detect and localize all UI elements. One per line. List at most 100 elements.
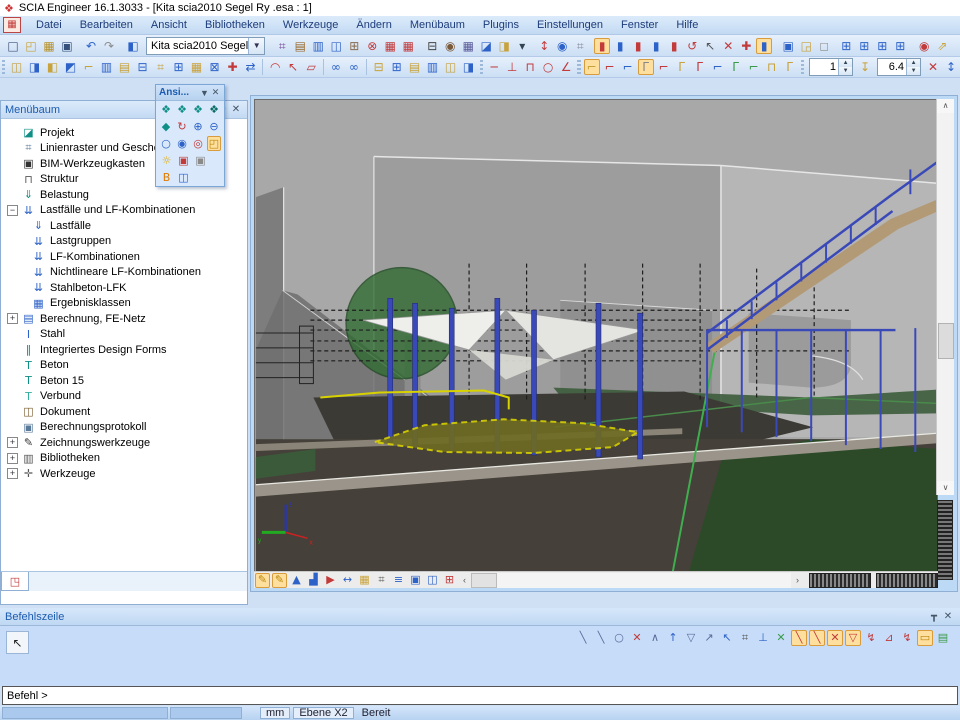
select-node-icon[interactable]: ▮	[612, 38, 628, 54]
tree-item-zeichnungswerkzeuge[interactable]: +✎Zeichnungswerkzeuge	[5, 435, 247, 451]
menu-ndern[interactable]: Ändern	[347, 17, 400, 33]
clip-section-1-icon[interactable]: ◫	[443, 59, 459, 75]
calculator-icon[interactable]: ▦	[460, 38, 476, 54]
menu-ansicht[interactable]: Ansicht	[142, 17, 196, 33]
spinner-up-icon[interactable]: ▲	[839, 59, 852, 67]
export-picture-icon[interactable]: ◲	[798, 38, 814, 54]
tree-item-werkzeuge[interactable]: +✛Werkzeuge	[5, 466, 247, 482]
select-slab-icon[interactable]: ▮	[630, 38, 646, 54]
corner-10-icon[interactable]: ⌐	[746, 59, 762, 75]
doc-settings-icon[interactable]: ◫	[425, 573, 440, 588]
snap-intersection-icon[interactable]: ✕	[827, 630, 843, 646]
zoom-selection-icon[interactable]: ◎	[191, 136, 205, 151]
view-y-icon[interactable]: ❖	[175, 102, 189, 117]
horizontal-zoom-grip[interactable]	[809, 573, 871, 588]
plus-expander-icon[interactable]: +	[7, 437, 18, 448]
show-layers-icon[interactable]: ⊞	[170, 59, 186, 75]
scale-spinner[interactable]: 1 ▲▼	[809, 58, 853, 76]
view-x-icon[interactable]: ❖	[159, 102, 173, 117]
snap-edge-3-icon[interactable]: ↯	[899, 630, 915, 646]
toolbar-grip[interactable]	[801, 60, 804, 74]
hscroll-track[interactable]	[497, 573, 791, 588]
select-filter-icon[interactable]: ▮	[756, 38, 772, 54]
select-beam-icon[interactable]: ▮	[594, 38, 610, 54]
command-input[interactable]: Befehl >	[2, 686, 958, 705]
south-view-icon[interactable]: ▲	[289, 573, 304, 588]
layers-icon[interactable]: ▤	[292, 38, 308, 54]
horizontal-pan-grip[interactable]	[876, 573, 938, 588]
widths-icon[interactable]: ↔	[340, 573, 355, 588]
tree-item-nichtlineare-lf-kombinationen[interactable]: ⇊Nichtlineare LF-Kombinationen	[5, 265, 247, 281]
snap-list-icon[interactable]: ▤	[935, 630, 951, 646]
print-icon[interactable]: ⊟	[424, 38, 440, 54]
view-axo-icon[interactable]: ❖	[207, 102, 221, 117]
chevron-down-icon[interactable]: ▼	[199, 88, 210, 98]
show-rendering-icon[interactable]: ◨	[26, 59, 42, 75]
numbering-icon[interactable]: ≡	[391, 573, 406, 588]
new-project-icon[interactable]: □	[5, 38, 21, 54]
lasso-select-icon[interactable]: ◠	[267, 59, 283, 75]
xml-io-icon[interactable]: ◫	[328, 38, 344, 54]
snap-line-point-icon[interactable]: ╲	[593, 630, 609, 646]
minus-expander-icon[interactable]: −	[7, 205, 18, 216]
corner-12-icon[interactable]: Γ	[782, 59, 798, 75]
show-labels-icon[interactable]: ▤	[116, 59, 132, 75]
snap-tri-icon[interactable]: ▽	[683, 630, 699, 646]
toolbar-overflow-icon[interactable]: ▾	[514, 38, 530, 54]
snap-cursor-icon[interactable]: ↖	[719, 630, 735, 646]
polygon-select-icon[interactable]: ▱	[303, 59, 319, 75]
axis-cross-icon[interactable]: ✕	[925, 59, 941, 75]
clip-box-1-icon[interactable]: ⊟	[371, 59, 387, 75]
snap-edge-1-icon[interactable]: ↯	[863, 630, 879, 646]
tree-item-bibliotheken[interactable]: +▥Bibliotheken	[5, 451, 247, 467]
layers-3d-icon[interactable]: ▦	[357, 573, 372, 588]
select-support-icon[interactable]: ▮	[648, 38, 664, 54]
snap-line-icon[interactable]: ╲	[575, 630, 591, 646]
tree-item-verbund[interactable]: TVerbund	[5, 389, 247, 405]
draw-rect-icon[interactable]: ⊓	[522, 59, 538, 75]
corner-8-icon[interactable]: ⌐	[710, 59, 726, 75]
zoom-document-icon[interactable]: ◉	[554, 38, 570, 54]
show-grid-icon[interactable]: ⌗	[152, 59, 168, 75]
tree-item-stahl[interactable]: IStahl	[5, 327, 247, 343]
snap-ne-icon[interactable]: ↗	[701, 630, 717, 646]
scroll-right-icon[interactable]: ›	[791, 573, 804, 588]
menu-werkzeuge[interactable]: Werkzeuge	[274, 17, 347, 33]
snap-off-icon[interactable]: ✕	[629, 630, 645, 646]
tree-item-integriertes-design-forms[interactable]: ‖Integriertes Design Forms	[5, 342, 247, 358]
plus-expander-icon[interactable]: +	[7, 313, 18, 324]
clip-section-2-icon[interactable]: ◨	[461, 59, 477, 75]
table-input-icon[interactable]: ▦	[400, 38, 416, 54]
menu-einstellungen[interactable]: Einstellungen	[528, 17, 612, 33]
tree-item-berechnung-fe-netz[interactable]: +▤Berechnung, FE-Netz	[5, 311, 247, 327]
view-67a-icon[interactable]: ◻	[816, 38, 832, 54]
open-project-icon[interactable]: ◰	[23, 38, 39, 54]
menu-bearbeiten[interactable]: Bearbeiten	[71, 17, 142, 33]
angle-spinner[interactable]: 6.4 ▲▼	[877, 58, 921, 76]
copy-3-icon[interactable]: ⊞	[874, 38, 890, 54]
light-bulb-icon[interactable]: ☼	[159, 153, 174, 168]
doc-view-icon[interactable]: ▣	[408, 573, 423, 588]
snap-perp-icon[interactable]: ⊥	[755, 630, 771, 646]
show-model-icon[interactable]: ⊟	[134, 59, 150, 75]
select-pointer-icon[interactable]: ↖	[702, 38, 718, 54]
toolbar-grip[interactable]	[577, 60, 580, 74]
close-icon[interactable]: ✕	[941, 611, 955, 622]
view-eye-icon[interactable]: ◉	[916, 38, 932, 54]
chart-results-icon[interactable]: ▟	[306, 573, 321, 588]
b-view-icon[interactable]: B	[159, 170, 174, 185]
document-icon[interactable]: ◪	[478, 38, 494, 54]
grid-red-icon[interactable]: ⊞	[442, 573, 457, 588]
corner-5-icon[interactable]: ⌐	[656, 59, 672, 75]
spinner-down-icon[interactable]: ▼	[907, 67, 920, 75]
select-curve-icon[interactable]: ↺	[684, 38, 700, 54]
toolbar-grip[interactable]	[2, 60, 5, 74]
snap-circle-icon[interactable]: ○	[611, 630, 627, 646]
snap-node-icon[interactable]: ▽	[845, 630, 861, 646]
pencil-rendered-icon[interactable]: ✎	[272, 573, 287, 588]
tree-item-lastf-lle[interactable]: ⇓Lastfälle	[5, 218, 247, 234]
mdi-child-icon[interactable]: ▦	[3, 17, 21, 33]
zoom-window-icon[interactable]: ◉	[175, 136, 189, 151]
corner-9-icon[interactable]: Γ	[728, 59, 744, 75]
window-3d-icon[interactable]: ◫	[176, 170, 191, 185]
